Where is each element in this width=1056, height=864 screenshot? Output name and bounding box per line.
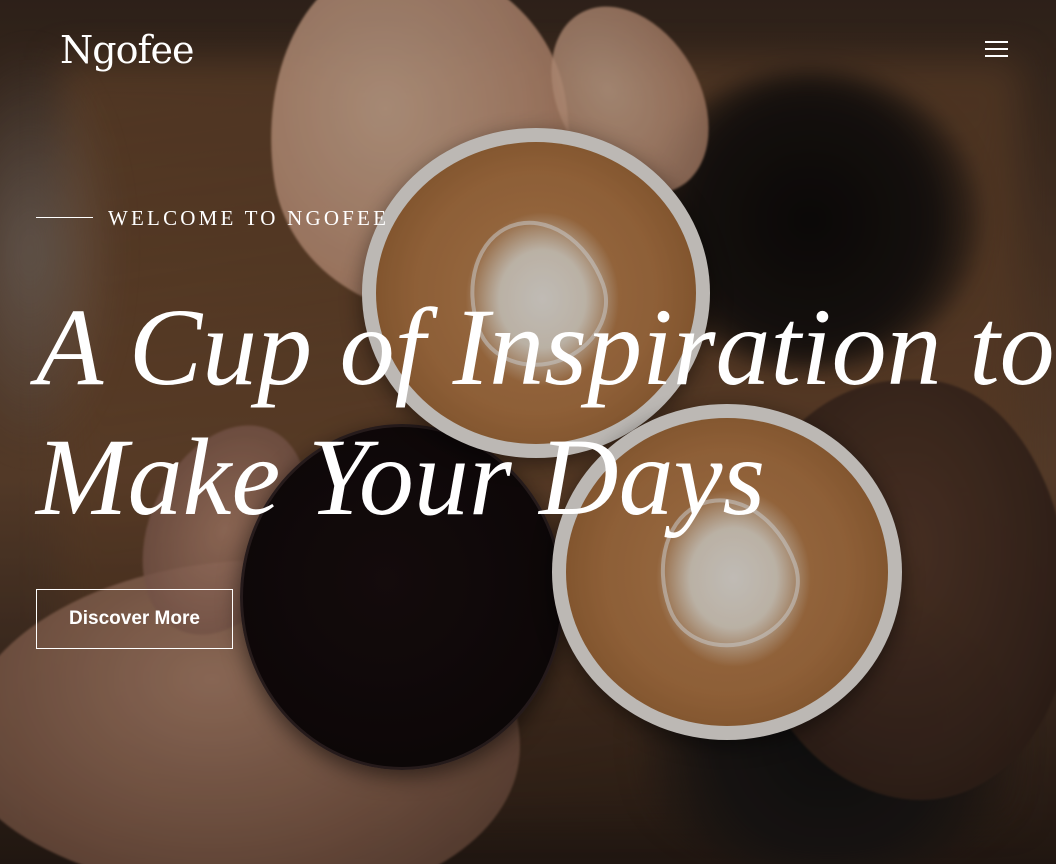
discover-more-button[interactable]: Discover More — [36, 589, 233, 649]
hero-headline-line-1: A Cup of Inspiration to — [36, 286, 1055, 408]
hamburger-menu-icon[interactable] — [980, 34, 1012, 64]
hero-headline: A Cup of Inspiration to Make Your Days — [36, 282, 1055, 542]
hero-headline-line-2: Make Your Days — [36, 416, 766, 538]
site-logo[interactable]: Ngofee — [60, 26, 194, 74]
eyebrow-divider — [36, 217, 93, 218]
hero-eyebrow: WELCOME TO NGOFEE — [108, 206, 390, 230]
hero-section: Ngofee WELCOME TO NGOFEE A Cup of Inspir… — [0, 0, 1056, 864]
